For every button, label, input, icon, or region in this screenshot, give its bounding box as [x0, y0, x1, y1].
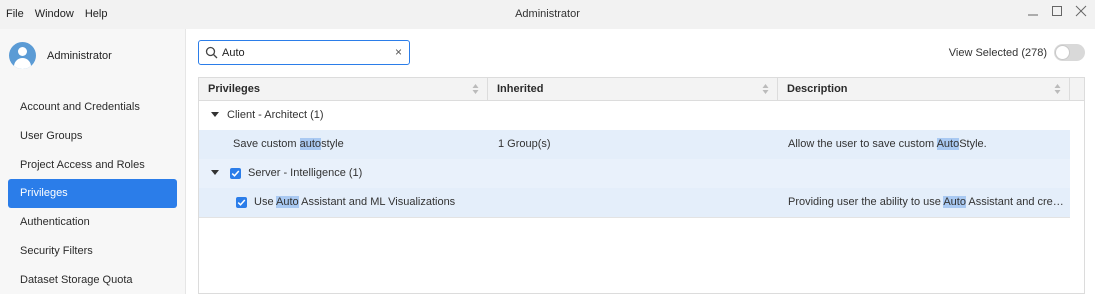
inherited-value: 1 Group(s)	[498, 138, 551, 150]
inherited-value	[498, 188, 768, 217]
column-header-description[interactable]: Description	[778, 78, 1070, 101]
privilege-name: Use Auto Assistant and ML Visualizations	[254, 196, 456, 208]
sidebar-item-project-access-and-roles[interactable]: Project Access and Roles	[8, 151, 177, 180]
column-header-label: Inherited	[497, 83, 544, 95]
title-bar: File Window Help Administrator	[0, 0, 1095, 29]
sort-icon[interactable]	[472, 83, 479, 95]
sidebar-item-dataset-storage-quota[interactable]: Dataset Storage Quota	[8, 266, 177, 294]
check-icon	[231, 170, 240, 177]
clear-search-icon[interactable]: ×	[395, 46, 402, 59]
expand-caret-icon[interactable]	[211, 170, 219, 175]
user-profile: Administrator	[9, 42, 112, 69]
check-icon	[237, 199, 246, 206]
close-icon[interactable]	[1075, 5, 1087, 17]
window-controls	[1027, 5, 1087, 17]
sort-icon[interactable]	[762, 83, 769, 95]
privileges-grid: Privileges Inherited Description Client …	[198, 77, 1085, 294]
sidebar-item-account-and-credentials[interactable]: Account and Credentials	[8, 93, 177, 122]
sort-icon[interactable]	[1054, 83, 1061, 95]
group-label: Server - Intelligence (1)	[248, 167, 363, 179]
sidebar-item-security-filters[interactable]: Security Filters	[8, 237, 177, 266]
column-header-privileges[interactable]: Privileges	[199, 78, 488, 101]
privilege-name: Save custom autostyle	[233, 138, 344, 150]
group-row[interactable]: Client - Architect (1)	[199, 101, 1084, 130]
avatar	[9, 42, 36, 69]
search-box: ×	[198, 40, 410, 65]
expand-caret-icon[interactable]	[211, 112, 219, 117]
table-row[interactable]: Use Auto Assistant and ML Visualizations…	[199, 188, 1084, 217]
minimize-icon[interactable]	[1027, 5, 1039, 17]
view-selected: View Selected (278)	[949, 44, 1085, 61]
maximize-icon[interactable]	[1051, 5, 1063, 17]
view-selected-label: View Selected (278)	[948, 46, 1047, 59]
sidebar-item-authentication[interactable]: Authentication	[8, 208, 177, 237]
vertical-scrollbar[interactable]	[1070, 102, 1084, 293]
sidebar: Administrator Account and Credentials Us…	[0, 29, 186, 294]
group-checkbox[interactable]	[230, 168, 241, 179]
privilege-checkbox[interactable]	[236, 197, 247, 208]
group-row[interactable]: Server - Intelligence (1)	[199, 159, 1084, 188]
sidebar-nav: Account and Credentials User Groups Proj…	[8, 93, 177, 294]
privilege-description: Providing user the ability to use Auto A…	[788, 196, 1068, 208]
column-header-label: Description	[787, 83, 848, 95]
search-input[interactable]	[222, 44, 387, 61]
search-icon	[205, 46, 218, 59]
column-header-inherited[interactable]: Inherited	[488, 78, 778, 101]
sidebar-item-user-groups[interactable]: User Groups	[8, 122, 177, 151]
sidebar-item-privileges[interactable]: Privileges	[8, 179, 177, 209]
window-title: Administrator	[515, 8, 580, 20]
user-name: Administrator	[47, 49, 112, 62]
privilege-description: Allow the user to save custom AutoStyle.	[788, 138, 987, 150]
group-label: Client - Architect (1)	[227, 109, 324, 121]
view-selected-toggle[interactable]	[1054, 44, 1085, 61]
grid-header: Privileges Inherited Description	[199, 78, 1084, 101]
column-header-label: Privileges	[208, 83, 260, 95]
table-row[interactable]: Save custom autostyle 1 Group(s) Allow t…	[199, 130, 1084, 159]
